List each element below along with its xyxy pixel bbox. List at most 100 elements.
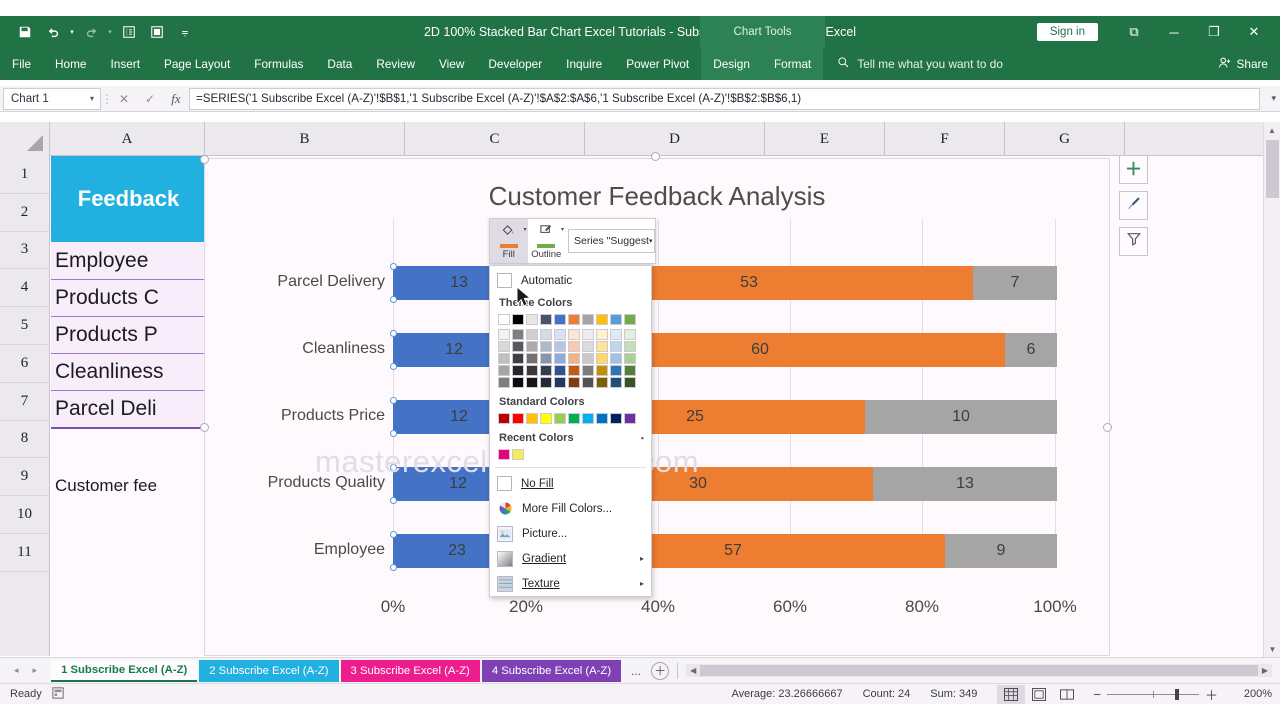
- sign-in-button[interactable]: Sign in: [1037, 23, 1098, 41]
- tell-me-box[interactable]: Tell me what you want to do: [837, 56, 1003, 72]
- cell-a2[interactable]: Employee: [51, 242, 206, 280]
- ribbon-tab-formulas[interactable]: Formulas: [242, 48, 315, 80]
- menu-item-gradient[interactable]: Gradient ▸: [490, 546, 651, 571]
- close-button[interactable]: ✕: [1234, 17, 1274, 47]
- menu-item-texture[interactable]: Texture ▸: [490, 571, 651, 596]
- horizontal-scroll-thumb[interactable]: [700, 665, 1258, 676]
- zoom-percentage[interactable]: 200%: [1230, 688, 1272, 700]
- bar-segment-s3-products-price[interactable]: 10: [865, 400, 1057, 434]
- formula-input[interactable]: =SERIES('1 Subscribe Excel (A-Z)'!$B$1,'…: [189, 88, 1260, 110]
- ribbon-tab-format[interactable]: Format: [762, 48, 823, 80]
- bar-segment-s3-employee[interactable]: 9: [945, 534, 1057, 568]
- redo-dropdown-icon[interactable]: ▾: [106, 20, 114, 44]
- scroll-left-arrow-icon[interactable]: ◀: [686, 666, 700, 675]
- zoom-thumb[interactable]: [1175, 689, 1179, 700]
- status-average[interactable]: Average: 23.26666667: [731, 688, 842, 700]
- recent-colors-expand-icon[interactable]: ▪: [641, 433, 644, 443]
- ribbon-display-options-icon[interactable]: ⧉: [1114, 17, 1154, 47]
- row-header-10[interactable]: 10: [0, 496, 49, 534]
- menu-item-more-fill-colors[interactable]: More Fill Colors...: [490, 496, 651, 521]
- chart-object[interactable]: Customer Feedback Analysis Parcel Delive…: [204, 158, 1110, 656]
- cell-a6[interactable]: Parcel Deli: [51, 391, 206, 429]
- insert-function-icon[interactable]: fx: [163, 88, 189, 110]
- ribbon-tab-home[interactable]: Home: [43, 48, 98, 80]
- series-selector-combo[interactable]: Series "Suggest ▾: [568, 229, 655, 253]
- expand-formula-bar-icon[interactable]: ▾: [1271, 93, 1276, 104]
- chart-resize-handle[interactable]: [200, 155, 209, 164]
- row-header-6[interactable]: 6: [0, 345, 49, 383]
- zoom-slider[interactable]: − ＋: [1087, 685, 1224, 704]
- customize-qat-icon[interactable]: ⩦: [172, 20, 198, 44]
- row-header-8[interactable]: 8: [0, 421, 49, 459]
- column-header-b[interactable]: B: [205, 122, 405, 156]
- horizontal-scrollbar[interactable]: ◀ ▶: [686, 664, 1272, 677]
- series-handle[interactable]: [390, 363, 397, 370]
- minimize-button[interactable]: ─: [1154, 17, 1194, 47]
- ribbon-tab-power-pivot[interactable]: Power Pivot: [614, 48, 701, 80]
- row-header-4[interactable]: 4: [0, 269, 49, 307]
- print-preview-icon[interactable]: [144, 20, 170, 44]
- row-header-7[interactable]: 7: [0, 383, 49, 421]
- macro-record-icon[interactable]: [52, 687, 64, 702]
- fill-button[interactable]: Fill ▾: [490, 219, 528, 263]
- row-header-9[interactable]: 9: [0, 458, 49, 496]
- cell-a1[interactable]: Feedback: [51, 156, 206, 242]
- chevron-down-icon[interactable]: ▾: [649, 237, 653, 245]
- redo-icon[interactable]: [78, 20, 104, 44]
- ribbon-tab-file[interactable]: File: [0, 48, 43, 80]
- vertical-scroll-thumb[interactable]: [1266, 140, 1279, 198]
- ribbon-tab-developer[interactable]: Developer: [476, 48, 554, 80]
- fill-dropdown-caret-icon[interactable]: ▾: [523, 226, 526, 233]
- scroll-up-arrow-icon[interactable]: ▲: [1264, 122, 1280, 138]
- row-header-11[interactable]: 11: [0, 534, 49, 572]
- enter-formula-icon[interactable]: ✓: [137, 88, 163, 110]
- outline-dropdown-caret-icon[interactable]: ▾: [561, 226, 564, 233]
- series-handle[interactable]: [390, 397, 397, 404]
- ribbon-tab-page-layout[interactable]: Page Layout: [152, 48, 242, 80]
- next-sheet-icon[interactable]: ▸: [33, 665, 38, 676]
- zoom-out-button[interactable]: −: [1087, 687, 1107, 702]
- select-all-corner[interactable]: [0, 122, 50, 156]
- column-header-g[interactable]: G: [1005, 122, 1125, 156]
- outline-button[interactable]: Outline ▾: [528, 219, 566, 263]
- series-handle[interactable]: [390, 296, 397, 303]
- name-box[interactable]: Chart 1 ▾: [3, 88, 101, 110]
- series-handle[interactable]: [390, 531, 397, 538]
- cancel-formula-icon[interactable]: ✕: [111, 88, 137, 110]
- restore-button[interactable]: ❐: [1194, 17, 1234, 47]
- recent-colors-palette[interactable]: [490, 447, 651, 464]
- series-handle[interactable]: [390, 330, 397, 337]
- quick-print-icon[interactable]: [116, 20, 142, 44]
- undo-dropdown-icon[interactable]: ▾: [68, 20, 76, 44]
- column-header-f[interactable]: F: [885, 122, 1005, 156]
- status-sum[interactable]: Sum: 349: [930, 688, 977, 700]
- ribbon-tab-review[interactable]: Review: [364, 48, 427, 80]
- row-header-1[interactable]: 1: [0, 156, 49, 194]
- cell-a5[interactable]: Cleanliness: [51, 354, 206, 391]
- chevron-down-icon[interactable]: ▾: [90, 94, 94, 103]
- bar-segment-s3-products-quality[interactable]: 13: [873, 467, 1057, 501]
- menu-item-automatic[interactable]: Automatic: [490, 268, 651, 293]
- more-sheets-icon[interactable]: ...: [623, 664, 649, 678]
- chart-title[interactable]: Customer Feedback Analysis: [205, 181, 1109, 212]
- ribbon-tab-inquire[interactable]: Inquire: [554, 48, 614, 80]
- undo-icon[interactable]: [40, 20, 66, 44]
- add-sheet-button[interactable]: ＋: [651, 662, 669, 680]
- save-icon[interactable]: [12, 20, 38, 44]
- chart-resize-handle[interactable]: [651, 152, 660, 161]
- page-break-view-button[interactable]: [1053, 685, 1081, 704]
- bar-segment-s3-cleanliness[interactable]: 6: [1005, 333, 1057, 367]
- ribbon-tab-view[interactable]: View: [427, 48, 476, 80]
- status-count[interactable]: Count: 24: [863, 688, 911, 700]
- bar-segment-s3-parcel-delivery[interactable]: 7: [973, 266, 1057, 300]
- submenu-arrow-icon[interactable]: ▸: [640, 554, 644, 563]
- theme-colors-palette[interactable]: [490, 312, 651, 388]
- scroll-right-arrow-icon[interactable]: ▶: [1258, 666, 1272, 675]
- zoom-track[interactable]: [1107, 694, 1199, 695]
- series-handle[interactable]: [390, 564, 397, 571]
- normal-view-button[interactable]: [997, 685, 1025, 704]
- cell-a8[interactable]: Customer fee: [51, 467, 206, 505]
- chart-styles-button[interactable]: [1119, 191, 1148, 220]
- cell-a3[interactable]: Products C: [51, 280, 206, 317]
- column-header-a[interactable]: A: [50, 122, 205, 156]
